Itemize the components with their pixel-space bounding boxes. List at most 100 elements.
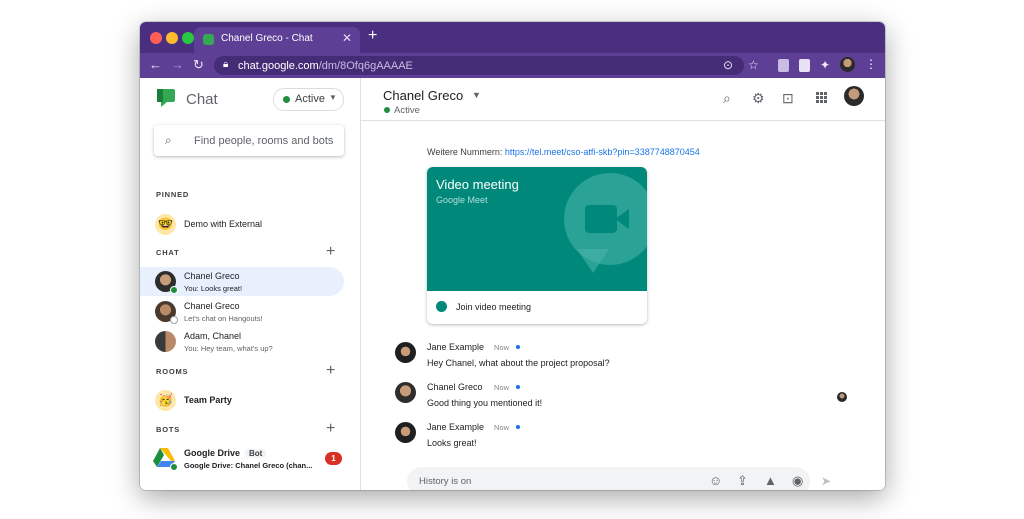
conversation-pane: Chanel Greco ▼ Active ⌕ ⚙ ⊡ Weitere Numm… bbox=[361, 78, 885, 490]
emoji-icon[interactable]: ☺ bbox=[709, 474, 722, 488]
back-icon[interactable]: ← bbox=[149, 57, 162, 72]
account-avatar[interactable] bbox=[844, 86, 864, 106]
rooms-header: ROOMS bbox=[156, 367, 189, 376]
sidebar: Chat Active ▼ ⌕ PINNED 🤓 Demo with Exter… bbox=[140, 78, 361, 490]
bot-name-text: Google Drive bbox=[184, 448, 241, 458]
meet-banner: Video meeting Google Meet bbox=[427, 167, 647, 291]
puzzle-icon[interactable]: ✦ bbox=[820, 58, 830, 72]
browser-window: Chanel Greco - Chat ✕ + ← → ↻ 🔒︎ chat.go… bbox=[140, 22, 885, 490]
chat-item-adam-chanel[interactable]: Adam, Chanel You: Hey team, what's up? bbox=[140, 327, 344, 356]
dial-in-info: Weitere Nummern: https://tel.meet/cso-at… bbox=[427, 147, 700, 157]
video-camera-lens-icon bbox=[615, 209, 629, 229]
url-text: chat.google.com/dm/8Ofq6gAAAAE bbox=[238, 60, 413, 72]
avatar bbox=[395, 342, 416, 363]
video-camera-icon bbox=[585, 205, 617, 233]
chat-item-preview: Let's chat on Hangouts! bbox=[184, 314, 263, 323]
meet-icon bbox=[436, 301, 447, 312]
new-message-dot bbox=[516, 345, 520, 349]
feedback-icon[interactable]: ⊡ bbox=[782, 90, 794, 106]
browser-tab[interactable]: Chanel Greco - Chat ✕ bbox=[194, 27, 360, 53]
active-status-dot bbox=[283, 96, 290, 103]
upload-icon[interactable]: ⇪ bbox=[737, 474, 748, 488]
message-time: Now bbox=[494, 383, 510, 392]
close-window-button[interactable] bbox=[150, 32, 162, 44]
compose-box[interactable]: ☺ ⇪ ▲ ◉ bbox=[407, 467, 810, 490]
search-input[interactable] bbox=[194, 125, 339, 156]
unread-count-badge: 1 bbox=[325, 452, 342, 465]
document-extension-icon[interactable] bbox=[799, 59, 810, 72]
active-presence-dot bbox=[170, 286, 178, 294]
dial-in-link[interactable]: https://tel.meet/cso-atfi-skb?pin=338774… bbox=[505, 147, 700, 157]
chat-favicon-icon bbox=[203, 34, 214, 45]
meet-card-title: Video meeting bbox=[436, 177, 519, 192]
chat-header: CHAT bbox=[156, 248, 180, 257]
bot-item-google-drive[interactable]: Google Drive Bot Google Drive: Chanel Gre… bbox=[140, 444, 344, 472]
add-chat-button[interactable]: + bbox=[326, 244, 335, 260]
chat-item-preview: You: Hey team, what's up? bbox=[184, 344, 273, 353]
message-text: Good thing you mentioned it! bbox=[427, 398, 543, 408]
apps-grid-icon[interactable] bbox=[816, 92, 828, 104]
lock-icon: 🔒︎ bbox=[223, 59, 229, 70]
chat-item-name: Adam, Chanel bbox=[184, 331, 242, 341]
pinned-item-demo-with-external[interactable]: 🤓 Demo with External bbox=[140, 212, 344, 236]
message-text: Hey Chanel, what about the project propo… bbox=[427, 358, 610, 368]
meet-icon[interactable]: ◉ bbox=[792, 474, 803, 488]
pinned-header: PINNED bbox=[156, 190, 190, 199]
message-author: Chanel Greco bbox=[427, 382, 483, 392]
browser-toolbar: ← → ↻ 🔒︎ chat.google.com/dm/8Ofq6gAAAAE … bbox=[140, 53, 885, 78]
message-author: Jane Example bbox=[427, 342, 485, 352]
meet-decoration-tail bbox=[577, 249, 609, 273]
target-icon[interactable]: ⊙ bbox=[723, 58, 733, 72]
conversation-status-label: Active bbox=[394, 105, 420, 116]
send-icon[interactable]: ➤ bbox=[821, 474, 831, 488]
conversation-title[interactable]: Chanel Greco bbox=[383, 88, 463, 103]
url-host: chat.google.com bbox=[238, 60, 319, 72]
tab-close-icon[interactable]: ✕ bbox=[342, 31, 352, 45]
menu-icon[interactable]: ⋮ bbox=[865, 57, 877, 71]
minimize-window-button[interactable] bbox=[166, 32, 178, 44]
group-avatar bbox=[155, 331, 176, 352]
read-receipt-avatar bbox=[837, 392, 847, 402]
active-presence-dot bbox=[170, 463, 178, 471]
message: Chanel Greco Now Good thing you mentione… bbox=[361, 382, 885, 414]
chat-item-chanel-greco-hangouts[interactable]: Chanel Greco Let's chat on Hangouts! bbox=[140, 297, 344, 326]
conversation-header: Chanel Greco ▼ Active ⌕ ⚙ ⊡ bbox=[361, 78, 885, 121]
chat-item-chanel-greco[interactable]: Chanel Greco You: Looks great! bbox=[140, 267, 344, 296]
party-face-emoji-icon: 🥳 bbox=[155, 390, 176, 411]
add-bot-button[interactable]: + bbox=[326, 421, 335, 437]
join-video-meeting-button[interactable]: Join video meeting bbox=[427, 291, 647, 324]
new-tab-button[interactable]: + bbox=[368, 27, 377, 45]
zoom-window-button[interactable] bbox=[182, 32, 194, 44]
bot-badge: Bot bbox=[245, 449, 267, 458]
message-input[interactable] bbox=[419, 467, 669, 490]
bot-item-preview: Google Drive: Chanel Greco (chan... bbox=[184, 461, 313, 470]
room-item-label: Team Party bbox=[184, 395, 232, 405]
active-status-dot bbox=[384, 107, 390, 113]
search-box[interactable]: ⌕ bbox=[154, 125, 344, 156]
drive-icon[interactable]: ▲ bbox=[764, 474, 777, 488]
gear-icon[interactable]: ⚙ bbox=[752, 90, 765, 106]
pinned-item-label: Demo with External bbox=[184, 219, 263, 229]
address-bar[interactable]: 🔒︎ chat.google.com/dm/8Ofq6gAAAAE ⊙ bbox=[214, 56, 744, 75]
forward-icon[interactable]: → bbox=[171, 57, 184, 72]
reload-icon[interactable]: ↻ bbox=[193, 57, 204, 73]
profile-avatar[interactable] bbox=[840, 57, 855, 72]
status-dropdown[interactable]: Active ▼ bbox=[273, 88, 344, 111]
search-icon: ⌕ bbox=[165, 133, 172, 147]
avatar bbox=[395, 422, 416, 443]
avatar bbox=[395, 382, 416, 403]
away-presence-dot bbox=[170, 316, 178, 324]
app-title: Chat bbox=[186, 91, 218, 108]
search-icon[interactable]: ⌕ bbox=[723, 90, 731, 106]
new-message-dot bbox=[516, 425, 520, 429]
room-item-team-party[interactable]: 🥳 Team Party bbox=[140, 389, 344, 413]
browser-tab-bar: Chanel Greco - Chat ✕ + bbox=[140, 22, 885, 53]
chevron-down-icon[interactable]: ▼ bbox=[472, 90, 481, 100]
message-text: Looks great! bbox=[427, 438, 477, 448]
add-room-button[interactable]: + bbox=[326, 363, 335, 379]
url-path: /dm/8Ofq6gAAAAE bbox=[318, 60, 413, 72]
chat-item-name: Chanel Greco bbox=[184, 271, 240, 281]
star-icon[interactable]: ☆ bbox=[748, 58, 759, 72]
chat-item-name: Chanel Greco bbox=[184, 301, 240, 311]
extension-icon[interactable] bbox=[778, 59, 789, 72]
